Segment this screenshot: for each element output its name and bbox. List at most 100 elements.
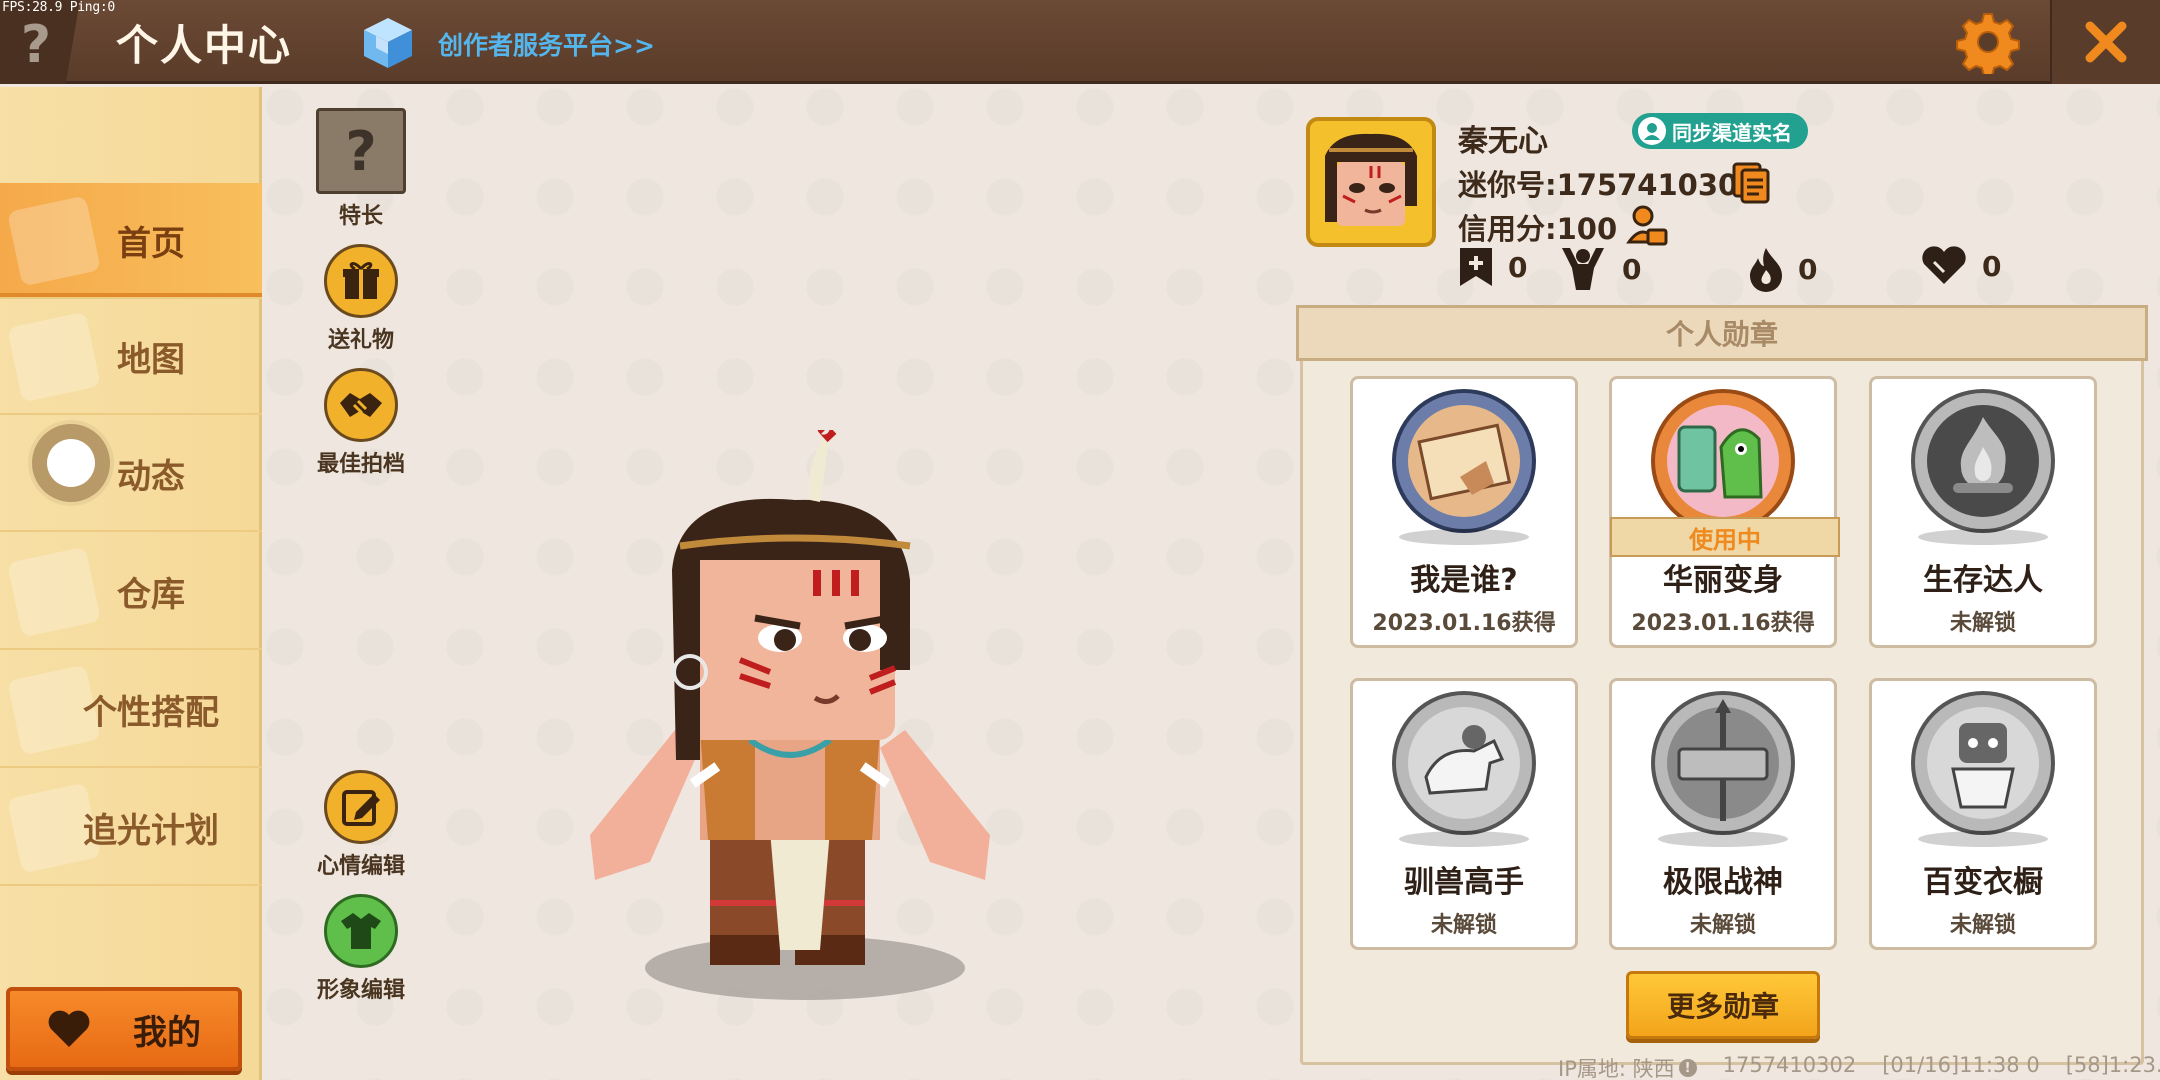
storage-icon <box>6 546 102 638</box>
medal-status: 未解锁 <box>1949 913 2016 938</box>
best-partner-label: 最佳拍档 <box>316 452 405 477</box>
medal-shadow <box>1399 529 1529 545</box>
fire-icon <box>1750 248 1782 292</box>
medal-date: 2023.01.16获得 <box>1372 611 1556 636</box>
copy-icon[interactable] <box>1732 162 1770 204</box>
medal-name: 驯兽高手 <box>1404 865 1524 900</box>
avatar <box>1315 126 1427 238</box>
ip-location: IP属地: 陕西 ! <box>1558 1053 1697 1080</box>
sidebar-item-label: 地图 <box>117 339 185 380</box>
sidebar-item-label: 动态 <box>117 456 185 497</box>
heart-icon <box>1922 246 1966 284</box>
medal-card-beast-tamer[interactable]: 驯兽高手 未解锁 <box>1350 678 1578 950</box>
sidebar-item-label: 个性搭配 <box>83 692 219 733</box>
home-icon <box>6 195 102 287</box>
medal-card-who-am-i[interactable]: 我是谁? 2023.01.16获得 <box>1350 376 1578 648</box>
credit-score: 信用分:100 <box>1458 212 1618 246</box>
sidebar-item-label: 仓库 <box>117 574 185 615</box>
medal-status: 未解锁 <box>1430 913 1497 938</box>
edit-icon <box>324 770 398 844</box>
question-icon: ? <box>20 15 52 75</box>
more-medals-button[interactable]: 更多勋章 <box>1626 971 1820 1039</box>
medal-header: 个人勋章 <box>1296 305 2148 361</box>
medal-shadow <box>1918 529 2048 545</box>
send-gift-action[interactable]: 送礼物 <box>306 244 416 354</box>
medal-card-extreme-warrior[interactable]: 极限战神 未解锁 <box>1609 678 1837 950</box>
footer-timer: [58]1:23.0 <box>2065 1053 2160 1077</box>
medal-name: 百变衣橱 <box>1923 865 2043 900</box>
sidebar-item-light-plan[interactable]: 追光计划 <box>0 770 262 886</box>
in-use-tag: 使用中 <box>1610 517 1840 557</box>
sidebar-item-outfit[interactable]: 个性搭配 <box>0 652 262 768</box>
sidebar: 首页 地图 动态 仓库 个性搭配 追光计划 <box>0 87 262 1080</box>
verify-badge-button[interactable]: 同步渠道实名 <box>1632 113 1808 149</box>
medal-card-survival-expert[interactable]: 生存达人 未解锁 <box>1869 376 2097 648</box>
talent-question-icon: ? <box>316 108 406 194</box>
verify-icon <box>1638 117 1666 145</box>
envelope-medal-icon <box>1392 389 1536 533</box>
medal-name: 华丽变身 <box>1663 563 1783 598</box>
close-icon <box>2085 21 2127 63</box>
talent-action[interactable]: ? 特长 <box>306 108 416 230</box>
medal-shadow <box>1399 831 1529 847</box>
mini-id: 迷你号:1757410302 <box>1458 168 1759 202</box>
gear-icon[interactable] <box>1956 10 2020 74</box>
footer-info: IP属地: 陕西 ! 1757410302 [01/16]11:38 0 [58… <box>1558 1053 2160 1080</box>
campfire-medal-icon <box>1911 389 2055 533</box>
player-character[interactable] <box>580 430 1000 1010</box>
footer-id: 1757410302 <box>1722 1053 1857 1077</box>
avatar-edit-label: 形象编辑 <box>316 978 405 1003</box>
profile-avatar[interactable] <box>1306 117 1436 247</box>
sidebar-item-home[interactable]: 首页 <box>0 183 262 299</box>
mine-button[interactable]: 我的 <box>6 987 242 1071</box>
top-bar: ? FPS:28.9 Ping:0 个人中心 创作者服务平台>> <box>0 0 2160 84</box>
map-icon <box>6 311 102 403</box>
wardrobe-medal-icon <box>1911 691 2055 835</box>
gift-icon <box>324 244 398 318</box>
info-icon[interactable]: ! <box>1678 1059 1697 1077</box>
handshake-icon <box>324 368 398 442</box>
medal-date: 2023.01.16获得 <box>1631 611 1815 636</box>
medal-name: 我是谁? <box>1410 563 1518 598</box>
mood-edit-label: 心情编辑 <box>316 854 405 879</box>
dino-medal-icon <box>1651 389 1795 533</box>
creator-cube-icon[interactable] <box>362 16 414 70</box>
medal-name: 生存达人 <box>1923 563 2043 598</box>
heart-icon <box>48 1010 90 1047</box>
floating-toggle-button[interactable] <box>32 424 110 502</box>
stat-likes[interactable]: 0 <box>1920 246 2001 286</box>
sidebar-item-map[interactable]: 地图 <box>0 299 262 415</box>
horse-medal-icon <box>1392 691 1536 835</box>
medal-card-transform[interactable]: 使用中 华丽变身 2023.01.16获得 <box>1609 376 1840 648</box>
mine-label: 我的 <box>133 1012 201 1053</box>
footer-time: [01/16]11:38 0 <box>1882 1053 2040 1077</box>
sidebar-item-label: 首页 <box>117 223 185 264</box>
medal-shadow <box>1918 831 2048 847</box>
stat-value: 0 <box>1508 250 1528 284</box>
profile-name: 秦无心 <box>1458 124 1548 159</box>
medal-card-wardrobe[interactable]: 百变衣橱 未解锁 <box>1869 678 2097 950</box>
fps-counter: FPS:28.9 Ping:0 <box>2 0 115 15</box>
stat-popularity[interactable]: 0 <box>1748 246 1817 292</box>
medal-status: 未解锁 <box>1949 611 2016 636</box>
close-button[interactable] <box>2050 0 2160 84</box>
avatar-edit-action[interactable]: 形象编辑 <box>306 894 416 1004</box>
medal-shadow <box>1658 831 1788 847</box>
page-title: 个人中心 <box>116 21 293 70</box>
stat-fans[interactable]: 0 <box>1558 246 1641 292</box>
stat-favorites[interactable]: 0 <box>1458 246 1527 288</box>
talent-label: 特长 <box>338 204 383 229</box>
cheer-icon <box>1562 248 1604 290</box>
stat-value: 0 <box>1982 249 2002 283</box>
medal-name: 极限战神 <box>1663 865 1783 900</box>
boss-medal-icon <box>1651 691 1795 835</box>
best-partner-action[interactable]: 最佳拍档 <box>306 368 416 478</box>
stat-value: 0 <box>1622 252 1642 286</box>
credit-user-icon[interactable] <box>1626 204 1668 248</box>
creator-platform-link[interactable]: 创作者服务平台>> <box>438 26 655 62</box>
verify-label: 同步渠道实名 <box>1672 120 1792 145</box>
stat-value: 0 <box>1798 252 1818 286</box>
sidebar-item-label: 追光计划 <box>83 810 219 851</box>
sidebar-item-storage[interactable]: 仓库 <box>0 534 262 650</box>
mood-edit-action[interactable]: 心情编辑 <box>306 770 416 880</box>
